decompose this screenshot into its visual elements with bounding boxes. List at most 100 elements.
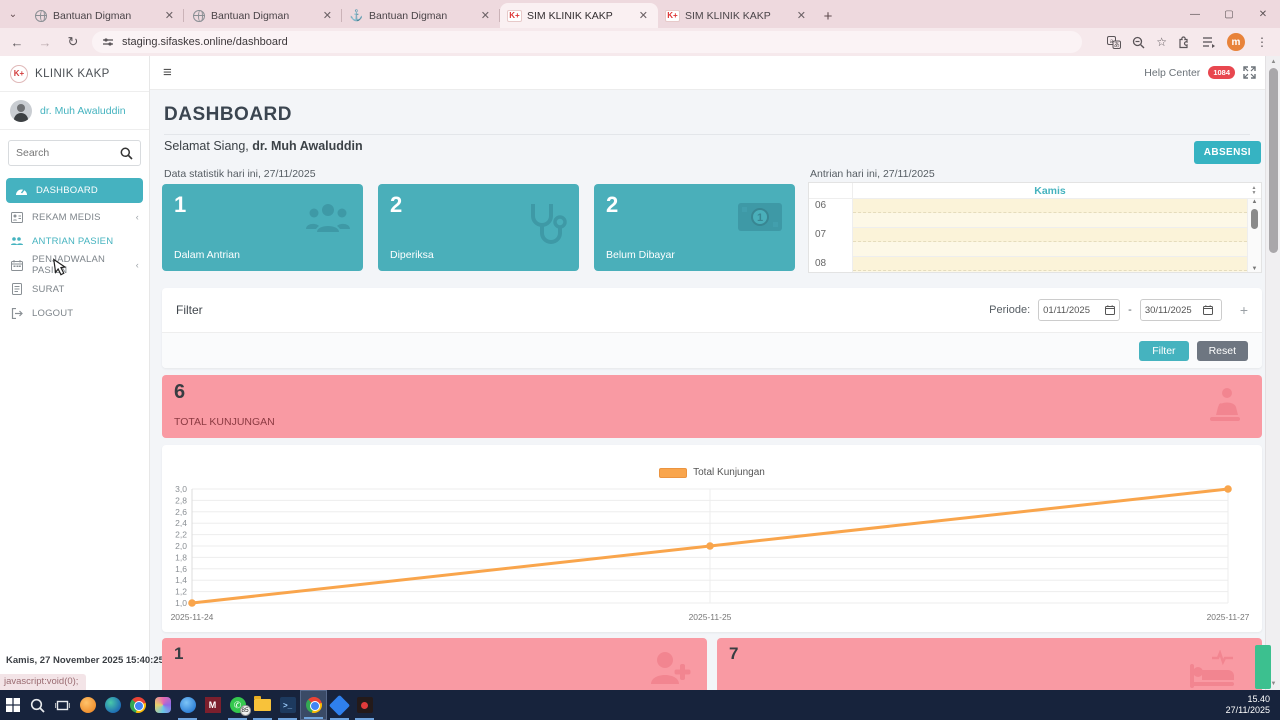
file-explorer-icon[interactable] bbox=[250, 690, 275, 720]
date-from-input[interactable]: 01/11/2025 bbox=[1038, 299, 1121, 321]
svg-text:2,8: 2,8 bbox=[175, 495, 187, 505]
sidebar-item-antrian-pasien[interactable]: ANTRIAN PASIEN bbox=[0, 229, 149, 253]
window-close-icon[interactable]: ✕ bbox=[1246, 0, 1280, 28]
task-view-icon[interactable] bbox=[50, 690, 75, 720]
tab-search-chevron-icon[interactable]: ⌄ bbox=[0, 0, 26, 28]
help-center-link[interactable]: Help Center bbox=[1144, 67, 1200, 79]
dark-red-app-icon[interactable] bbox=[352, 690, 377, 720]
filter-reset-button[interactable]: Reset bbox=[1196, 340, 1248, 361]
search-input[interactable] bbox=[9, 141, 112, 165]
kplus-favicon: K+ bbox=[665, 9, 680, 22]
forward-icon[interactable]: → bbox=[36, 35, 54, 50]
id-card-icon bbox=[10, 211, 24, 223]
scroll-thumb[interactable] bbox=[1268, 68, 1278, 253]
tab-bantuan-1[interactable]: Bantuan Digman ✕ bbox=[26, 3, 184, 28]
chrome-icon[interactable] bbox=[125, 690, 150, 720]
translate-icon[interactable]: a あ bbox=[1107, 35, 1122, 49]
back-icon[interactable]: ← bbox=[8, 35, 26, 50]
sidebar-item-rekam-medis[interactable]: REKAM MEDIS ‹ bbox=[0, 205, 149, 229]
powershell-icon[interactable]: >_ bbox=[275, 690, 300, 720]
svg-text:2025-11-27: 2025-11-27 bbox=[1207, 612, 1250, 622]
patients-group-icon bbox=[305, 202, 351, 236]
floating-green-tab[interactable] bbox=[1255, 645, 1271, 689]
bookmark-star-icon[interactable]: ☆ bbox=[1156, 35, 1167, 49]
hamburger-menu-icon[interactable]: ≡ bbox=[163, 64, 172, 81]
tab-close-icon[interactable]: ✕ bbox=[637, 9, 650, 22]
scroll-thumb[interactable] bbox=[1251, 209, 1258, 229]
blue-drop-app-icon[interactable] bbox=[175, 690, 200, 720]
fullscreen-icon[interactable] bbox=[1243, 66, 1256, 79]
sidebar-item-surat[interactable]: SURAT bbox=[0, 277, 149, 301]
patient-bed-icon bbox=[1204, 385, 1246, 427]
sidebar-menu: DASHBOARD REKAM MEDIS ‹ ANTRIAN PASIEN P… bbox=[0, 174, 149, 327]
window-minimize-icon[interactable]: — bbox=[1178, 0, 1212, 28]
profile-avatar[interactable]: m bbox=[1227, 33, 1245, 51]
tab-close-icon[interactable]: ✕ bbox=[795, 9, 808, 22]
taskbar-clock[interactable]: 15.40 27/11/2025 bbox=[1226, 694, 1280, 716]
stat-card-diperiksa: 2 Diperiksa bbox=[378, 184, 579, 271]
scroll-up-icon[interactable]: ▲ bbox=[1252, 199, 1258, 205]
whatsapp-icon[interactable]: ✆ 85 bbox=[225, 690, 251, 720]
absensi-button[interactable]: ABSENSI bbox=[1193, 141, 1261, 164]
tab-bantuan-2[interactable]: Bantuan Digman ✕ bbox=[184, 3, 342, 28]
date-separator: - bbox=[1128, 304, 1132, 316]
start-button[interactable] bbox=[0, 690, 25, 720]
sidebar-item-label: ANTRIAN PASIEN bbox=[32, 235, 114, 247]
time-label: 07 bbox=[815, 229, 827, 240]
brand-name: KLINIK KAKP bbox=[35, 67, 110, 80]
tab-bantuan-3[interactable]: ⚓ Bantuan Digman ✕ bbox=[342, 3, 500, 28]
search-submit-button[interactable] bbox=[112, 141, 140, 165]
filter-submit-button[interactable]: Filter bbox=[1139, 340, 1189, 361]
clock-date: 27/11/2025 bbox=[1225, 705, 1270, 715]
maroon-m-app-icon[interactable]: M bbox=[200, 690, 225, 720]
reading-list-icon[interactable] bbox=[1202, 36, 1216, 48]
window-maximize-icon[interactable]: ▢ bbox=[1212, 0, 1246, 28]
add-filter-icon[interactable]: + bbox=[1240, 302, 1248, 318]
page-scrollbar[interactable]: ▲ ▼ bbox=[1265, 56, 1280, 690]
colorful-app-icon[interactable] bbox=[150, 690, 175, 720]
date-to-input[interactable]: 30/11/2025 bbox=[1139, 299, 1222, 321]
reload-icon[interactable]: ↻ bbox=[64, 34, 82, 50]
vscode-icon[interactable] bbox=[327, 690, 352, 720]
sidebar-item-logout[interactable]: LOGOUT bbox=[0, 301, 149, 325]
taskbar-search-icon[interactable] bbox=[25, 690, 50, 720]
queue-day-header: Kamis bbox=[1034, 185, 1066, 197]
kebab-menu-icon[interactable]: ⋮ bbox=[1256, 35, 1268, 49]
tab-sim-klinik-active[interactable]: K+ SIM KLINIK KAKP ✕ bbox=[500, 3, 658, 28]
address-bar[interactable]: staging.sifaskes.online/dashboard bbox=[92, 31, 1082, 53]
chrome-active-icon[interactable] bbox=[300, 690, 327, 720]
globe-icon bbox=[34, 9, 47, 22]
scroll-down-icon[interactable]: ▼ bbox=[1252, 266, 1258, 272]
notification-badge: 1084 bbox=[1208, 66, 1235, 79]
kunjungan-chart-svg: 1,01,2 1,41,6 1,82,02,2 2,42,6 2,83,0 2025-11… bbox=[171, 484, 1250, 622]
tab-close-icon[interactable]: ✕ bbox=[163, 9, 176, 22]
queue-scrollbar[interactable]: ▲ ▼ bbox=[1247, 199, 1261, 272]
stat-value: 2 bbox=[390, 192, 403, 217]
scroll-up-icon[interactable]: ▲ bbox=[1266, 56, 1280, 68]
calendar-icon bbox=[10, 259, 24, 271]
user-row[interactable]: dr. Muh Awaluddin bbox=[0, 92, 149, 130]
tab-close-icon[interactable]: ✕ bbox=[479, 9, 492, 22]
globe-icon bbox=[192, 9, 205, 22]
logout-icon bbox=[10, 307, 24, 319]
mascot-app-icon[interactable] bbox=[75, 690, 100, 720]
svg-text:2,2: 2,2 bbox=[175, 530, 187, 540]
tachometer-icon bbox=[14, 185, 28, 196]
queue-grid[interactable] bbox=[853, 199, 1247, 272]
extensions-icon[interactable] bbox=[1178, 35, 1191, 49]
edge-icon[interactable] bbox=[100, 690, 125, 720]
svg-text:2025-11-25: 2025-11-25 bbox=[689, 612, 732, 622]
tab-title: Bantuan Digman bbox=[369, 9, 448, 22]
greeting-name: dr. Muh Awaluddin bbox=[252, 139, 363, 153]
sidebar-item-dashboard[interactable]: DASHBOARD bbox=[6, 178, 143, 203]
svg-text:2025-11-24: 2025-11-24 bbox=[171, 612, 214, 622]
sidebar-item-penjadwalan-pasien[interactable]: PENJADWALAN PASIEN ‹ bbox=[0, 253, 149, 277]
sidebar-item-label: PENJADWALAN PASIEN bbox=[32, 254, 106, 276]
stat-label: Belum Dibayar bbox=[606, 249, 675, 261]
zoom-out-icon[interactable] bbox=[1132, 36, 1145, 49]
clock-time: 15.40 bbox=[1247, 694, 1270, 704]
tab-close-icon[interactable]: ✕ bbox=[321, 9, 334, 22]
new-tab-button[interactable]: + bbox=[816, 4, 840, 28]
tab-sim-klinik-2[interactable]: K+ SIM KLINIK KAKP ✕ bbox=[658, 3, 816, 28]
queue-spinner-icons[interactable]: ▲ ▼ bbox=[1247, 183, 1261, 198]
